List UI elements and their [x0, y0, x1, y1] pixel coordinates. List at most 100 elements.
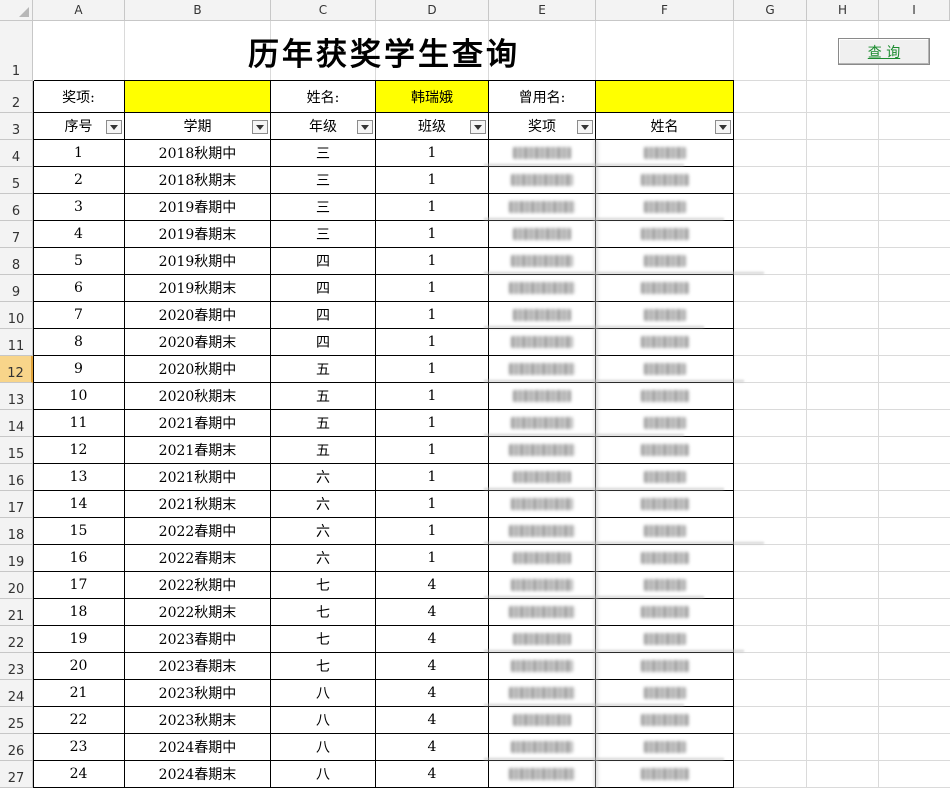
cell-seq[interactable]: 18 [33, 599, 125, 626]
query-button[interactable]: 查 询 [838, 38, 930, 65]
table-header-6[interactable]: 姓名 [596, 113, 734, 140]
filter-dropdown-icon[interactable] [577, 120, 593, 134]
cell-award-redacted[interactable] [489, 302, 596, 329]
cell-name-redacted[interactable] [596, 329, 734, 356]
cell-grade[interactable]: 五 [271, 437, 376, 464]
cell-seq[interactable]: 3 [33, 194, 125, 221]
former-name-label[interactable]: 曾用名: [489, 81, 596, 113]
cell-award-redacted[interactable] [489, 248, 596, 275]
cell-seq[interactable]: 21 [33, 680, 125, 707]
cell-name-redacted[interactable] [596, 545, 734, 572]
row-header-22[interactable]: 22 [0, 626, 33, 653]
filter-dropdown-icon[interactable] [252, 120, 268, 134]
column-header-f[interactable]: F [596, 0, 734, 21]
filter-dropdown-icon[interactable] [357, 120, 373, 134]
cell-term[interactable]: 2021秋期中 [125, 464, 271, 491]
cell-class[interactable]: 1 [376, 491, 489, 518]
select-all-corner[interactable] [0, 0, 33, 21]
cell-name-redacted[interactable] [596, 572, 734, 599]
cell-term[interactable]: 2021春期末 [125, 437, 271, 464]
cell-term[interactable]: 2018秋期末 [125, 167, 271, 194]
row-header-13[interactable]: 13 [0, 383, 33, 410]
cell-award-redacted[interactable] [489, 140, 596, 167]
cell-grade[interactable]: 五 [271, 356, 376, 383]
former-name-input[interactable] [596, 81, 734, 113]
cell-term[interactable]: 2022春期中 [125, 518, 271, 545]
cell-term[interactable]: 2021春期中 [125, 410, 271, 437]
spreadsheet[interactable]: ABCDEFGHI 1 2 3 4 5 6 7 8 9 10 11 12 13 14 15 16 17 18 19 2… [0, 0, 950, 788]
row-header-2[interactable]: 2 [0, 81, 33, 113]
filter-dropdown-icon[interactable] [715, 120, 731, 134]
cell-seq[interactable]: 19 [33, 626, 125, 653]
cell-seq[interactable]: 11 [33, 410, 125, 437]
cell-class[interactable]: 1 [376, 545, 489, 572]
cell-award-redacted[interactable] [489, 167, 596, 194]
cell-name-redacted[interactable] [596, 491, 734, 518]
cell-class[interactable]: 1 [376, 464, 489, 491]
cell-term[interactable]: 2023秋期中 [125, 680, 271, 707]
row-header-23[interactable]: 23 [0, 653, 33, 680]
cell-award-redacted[interactable] [489, 761, 596, 788]
row-header-10[interactable]: 10 [0, 302, 33, 329]
cell-name-redacted[interactable] [596, 464, 734, 491]
cell-seq[interactable]: 13 [33, 464, 125, 491]
row-header-1[interactable]: 1 [0, 21, 33, 81]
cell-seq[interactable]: 16 [33, 545, 125, 572]
cell-award-redacted[interactable] [489, 383, 596, 410]
cell-grade[interactable]: 七 [271, 653, 376, 680]
cell-term[interactable]: 2022秋期末 [125, 599, 271, 626]
name-input[interactable]: 韩瑞娥 [376, 81, 489, 113]
cell-grade[interactable]: 三 [271, 167, 376, 194]
award-input[interactable] [125, 81, 271, 113]
cell-grade[interactable]: 八 [271, 680, 376, 707]
cell-name-redacted[interactable] [596, 221, 734, 248]
cell-grade[interactable]: 四 [271, 248, 376, 275]
cell-seq[interactable]: 8 [33, 329, 125, 356]
cell-grade[interactable]: 三 [271, 140, 376, 167]
cell-class[interactable]: 1 [376, 275, 489, 302]
cell-award-redacted[interactable] [489, 356, 596, 383]
row-header-5[interactable]: 5 [0, 167, 33, 194]
cell-seq[interactable]: 7 [33, 302, 125, 329]
cell-seq[interactable]: 9 [33, 356, 125, 383]
cell-grade[interactable]: 八 [271, 707, 376, 734]
cell-award-redacted[interactable] [489, 275, 596, 302]
cell-name-redacted[interactable] [596, 626, 734, 653]
cell-term[interactable]: 2019春期中 [125, 194, 271, 221]
cell-class[interactable]: 1 [376, 383, 489, 410]
cell-grade[interactable]: 三 [271, 221, 376, 248]
cell-name-redacted[interactable] [596, 680, 734, 707]
cell-grade[interactable]: 五 [271, 410, 376, 437]
column-header-a[interactable]: A [33, 0, 125, 21]
row-header-9[interactable]: 9 [0, 275, 33, 302]
cell-award-redacted[interactable] [489, 194, 596, 221]
cell-name-redacted[interactable] [596, 761, 734, 788]
cell-term[interactable]: 2020秋期中 [125, 356, 271, 383]
cell-award-redacted[interactable] [489, 410, 596, 437]
cell-class[interactable]: 1 [376, 194, 489, 221]
cell-term[interactable]: 2023春期末 [125, 653, 271, 680]
row-header-12[interactable]: 12 [0, 356, 33, 383]
filter-dropdown-icon[interactable] [106, 120, 122, 134]
cell-class[interactable]: 4 [376, 761, 489, 788]
cell-class[interactable]: 4 [376, 734, 489, 761]
cell-seq[interactable]: 1 [33, 140, 125, 167]
cell-name-redacted[interactable] [596, 707, 734, 734]
cell-seq[interactable]: 17 [33, 572, 125, 599]
cell-seq[interactable]: 6 [33, 275, 125, 302]
row-header-17[interactable]: 17 [0, 491, 33, 518]
cell-class[interactable]: 1 [376, 356, 489, 383]
cell-seq[interactable]: 24 [33, 761, 125, 788]
cell-award-redacted[interactable] [489, 491, 596, 518]
cell-seq[interactable]: 4 [33, 221, 125, 248]
cell-grade[interactable]: 五 [271, 383, 376, 410]
cell-seq[interactable]: 22 [33, 707, 125, 734]
cell-class[interactable]: 4 [376, 572, 489, 599]
cell-name-redacted[interactable] [596, 167, 734, 194]
column-header-b[interactable]: B [125, 0, 271, 21]
row-header-24[interactable]: 24 [0, 680, 33, 707]
cell-class[interactable]: 4 [376, 653, 489, 680]
cell-term[interactable]: 2021秋期末 [125, 491, 271, 518]
cell-class[interactable]: 4 [376, 599, 489, 626]
cell-grade[interactable]: 六 [271, 518, 376, 545]
